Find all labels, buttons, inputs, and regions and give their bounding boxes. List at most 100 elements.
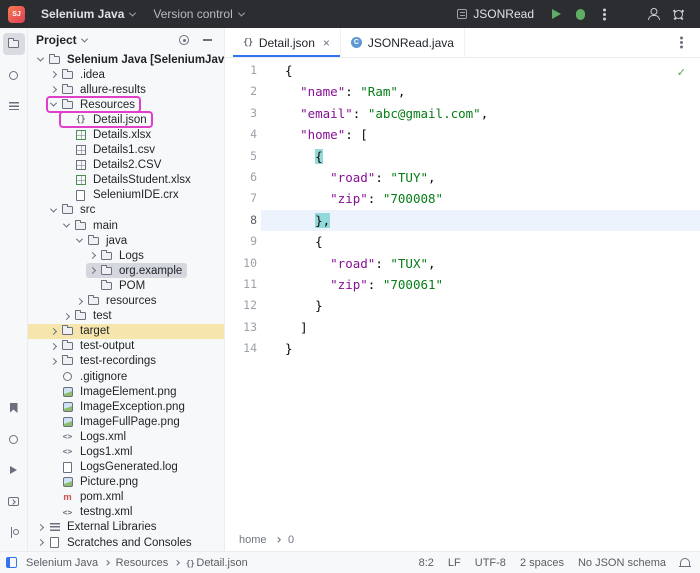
code-line-9[interactable]: 9 { xyxy=(225,231,700,252)
chevron-right-icon[interactable] xyxy=(76,298,83,305)
line-number[interactable]: 8 xyxy=(225,210,261,231)
commit-tool-button[interactable] xyxy=(3,64,25,86)
tree-item-details-xlsx[interactable]: Details.xlsx xyxy=(28,127,224,142)
chevron-down-icon[interactable] xyxy=(37,55,44,62)
bookmarks-tool-button[interactable] xyxy=(3,397,25,419)
inspections-ok-icon[interactable]: ✓ xyxy=(677,62,686,83)
tree-item-target[interactable]: target xyxy=(28,324,224,339)
terminal-tool-button[interactable] xyxy=(3,490,25,512)
hide-panel-button[interactable] xyxy=(198,31,216,49)
chevron-down-icon[interactable] xyxy=(76,236,83,243)
tree-item-pom[interactable]: POM xyxy=(28,278,224,293)
line-number[interactable]: 10 xyxy=(225,253,261,274)
chevron-right-icon[interactable] xyxy=(89,267,96,274)
breadcrumb-item-0[interactable]: 0 xyxy=(286,533,296,547)
project-tool-button[interactable] xyxy=(3,33,25,55)
tree-item-logsgenerated-log[interactable]: LogsGenerated.log xyxy=(28,460,224,475)
tab-options-button[interactable] xyxy=(672,34,690,52)
tree-item-resources[interactable]: Resources xyxy=(28,97,224,112)
chevron-right-icon[interactable] xyxy=(37,524,44,531)
tab-detail-json[interactable]: {}Detail.json× xyxy=(233,28,341,57)
tree-item-src[interactable]: src xyxy=(28,203,224,218)
tree-item-imageelement-png[interactable]: ImageElement.png xyxy=(28,384,224,399)
status-path-detail-json[interactable]: {}Detail.json xyxy=(186,557,248,569)
tree-item-logs-xml[interactable]: <>Logs.xml xyxy=(28,429,224,444)
code-line-2[interactable]: 2 "name": "Ram", xyxy=(225,81,700,102)
tree-item-details1-csv[interactable]: Details1.csv xyxy=(28,143,224,158)
tree-item-logs1-xml[interactable]: <>Logs1.xml xyxy=(28,444,224,459)
code-line-3[interactable]: 3 "email": "abc@gmail.com", xyxy=(225,103,700,124)
code-line-14[interactable]: 14} xyxy=(225,338,700,359)
chevron-right-icon[interactable] xyxy=(37,539,44,546)
chevron-right-icon[interactable] xyxy=(50,358,57,365)
tree-item-detail-json[interactable]: {}Detail.json xyxy=(28,112,224,127)
json-schema[interactable]: No JSON schema xyxy=(578,557,666,569)
line-number[interactable]: 14 xyxy=(225,338,261,359)
tab-jsonread-java[interactable]: CJSONRead.java xyxy=(341,28,465,57)
file-encoding[interactable]: UTF-8 xyxy=(475,557,506,569)
code-line-10[interactable]: 10 "road": "TUX", xyxy=(225,253,700,274)
code-line-8[interactable]: 8 }, xyxy=(225,210,700,231)
tree-item-allure-results[interactable]: allure-results xyxy=(28,82,224,97)
project-menu-button[interactable]: Selenium Java xyxy=(33,4,143,24)
tree-item-java[interactable]: java xyxy=(28,233,224,248)
tree-item-seleniumide-crx[interactable]: SeleniumIDE.crx xyxy=(28,188,224,203)
settings-button[interactable] xyxy=(666,3,690,25)
code-line-1[interactable]: 1{ xyxy=(225,60,700,81)
tree-item-idea[interactable]: .idea xyxy=(28,67,224,82)
tree-item-scratches-and-consoles[interactable]: Scratches and Consoles xyxy=(28,535,224,550)
breadcrumb-item-home[interactable]: home xyxy=(237,533,269,547)
run-button[interactable] xyxy=(544,3,568,25)
code-line-11[interactable]: 11 "zip": "700061" xyxy=(225,274,700,295)
tree-item-selenium-java-seleniumjava[interactable]: Selenium Java [SeleniumJava]~/IdeaProj..… xyxy=(28,52,224,67)
chevron-right-icon[interactable] xyxy=(50,343,57,350)
line-number[interactable]: 13 xyxy=(225,317,261,338)
tree-item-detailsstudent-xlsx[interactable]: DetailsStudent.xlsx xyxy=(28,173,224,188)
line-number[interactable]: 3 xyxy=(225,103,261,124)
code-editor[interactable]: ✓ 1{2 "name": "Ram",3 "email": "abc@gmai… xyxy=(225,58,700,529)
code-line-6[interactable]: 6 "road": "TUY", xyxy=(225,167,700,188)
chevron-right-icon[interactable] xyxy=(50,86,57,93)
chevron-down-icon[interactable] xyxy=(50,206,57,213)
tool-window-switcher-icon[interactable] xyxy=(6,557,17,568)
indentation[interactable]: 2 spaces xyxy=(520,557,564,569)
chevron-down-icon[interactable] xyxy=(63,221,70,228)
run-tool-button[interactable] xyxy=(3,459,25,481)
tree-item-external-libraries[interactable]: External Libraries xyxy=(28,520,224,535)
status-path-resources[interactable]: Resources xyxy=(116,557,169,569)
line-number[interactable]: 12 xyxy=(225,295,261,316)
user-search-button[interactable] xyxy=(642,3,666,25)
tree-item-pom-xml[interactable]: mpom.xml xyxy=(28,490,224,505)
debug-tool-button[interactable] xyxy=(3,428,25,450)
line-number[interactable]: 5 xyxy=(225,146,261,167)
structure-tool-button[interactable] xyxy=(3,95,25,117)
tree-item-details2-csv[interactable]: Details2.CSV xyxy=(28,158,224,173)
tree-item-test-recordings[interactable]: test-recordings xyxy=(28,354,224,369)
debug-button[interactable] xyxy=(568,3,592,25)
vcs-tool-button[interactable] xyxy=(3,521,25,543)
project-panel-title[interactable]: Project xyxy=(36,33,77,47)
tree-item-imageexception-png[interactable]: ImageException.png xyxy=(28,399,224,414)
chevron-right-icon[interactable] xyxy=(89,252,96,259)
code-line-13[interactable]: 13 ] xyxy=(225,317,700,338)
line-number[interactable]: 4 xyxy=(225,124,261,145)
tree-item-main[interactable]: main xyxy=(28,218,224,233)
notifications-bell-icon[interactable] xyxy=(680,558,690,567)
code-line-7[interactable]: 7 "zip": "700008" xyxy=(225,188,700,209)
line-number[interactable]: 1 xyxy=(225,60,261,81)
line-separator[interactable]: LF xyxy=(448,557,461,569)
line-number[interactable]: 11 xyxy=(225,274,261,295)
chevron-right-icon[interactable] xyxy=(50,71,57,78)
line-number[interactable]: 7 xyxy=(225,188,261,209)
line-number[interactable]: 6 xyxy=(225,167,261,188)
code-line-4[interactable]: 4 "home": [ xyxy=(225,124,700,145)
tree-item-test[interactable]: test xyxy=(28,309,224,324)
tree-item-test-output[interactable]: test-output xyxy=(28,339,224,354)
tree-item-logs[interactable]: Logs xyxy=(28,248,224,263)
tree-item-resources[interactable]: resources xyxy=(28,294,224,309)
caret-position[interactable]: 8:2 xyxy=(419,557,434,569)
vcs-menu-button[interactable]: Version control xyxy=(145,4,251,24)
tree-item-testng-xml[interactable]: <>testng.xml xyxy=(28,505,224,520)
tree-item-gitignore[interactable]: .gitignore xyxy=(28,369,224,384)
more-actions-button[interactable] xyxy=(592,3,616,25)
